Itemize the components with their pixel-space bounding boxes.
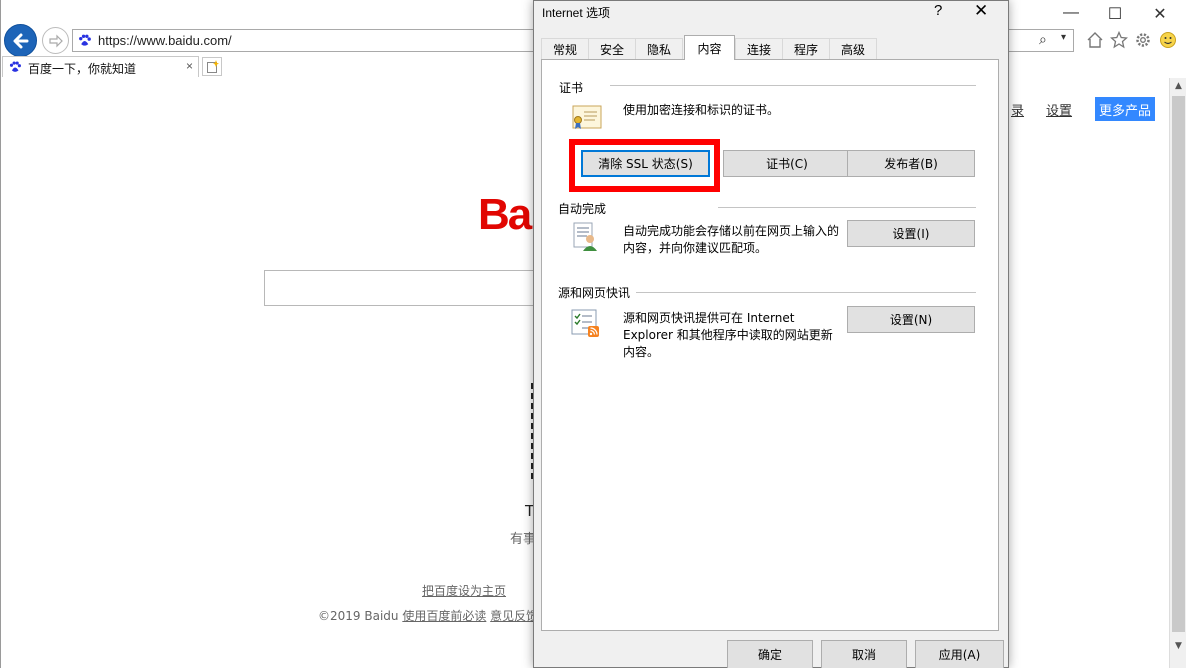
gear-icon[interactable] — [1132, 29, 1154, 51]
feeds-settings-button[interactable]: 设置(N) — [847, 306, 975, 333]
arrow-right-icon — [48, 34, 63, 47]
cancel-button[interactable]: 取消 — [821, 640, 907, 668]
autocomplete-description-line1: 自动完成功能会存储以前在网页上输入的 — [623, 224, 840, 238]
certificates-button[interactable]: 证书(C) — [723, 150, 851, 177]
url-text: https://www.baidu.com/ — [98, 33, 232, 48]
settings-link[interactable]: 设置 — [1046, 100, 1072, 119]
divider — [636, 292, 976, 293]
back-button[interactable] — [4, 24, 37, 57]
publishers-button[interactable]: 发布者(B) — [847, 150, 975, 177]
divider — [718, 207, 976, 208]
star-icon[interactable] — [1108, 29, 1130, 51]
feeds-heading: 源和网页快讯 — [558, 286, 631, 300]
baidu-logo: Bai — [478, 190, 543, 239]
vertical-scrollbar[interactable]: ▲ ▼ — [1169, 78, 1186, 668]
tab-programs[interactable]: 程序 — [782, 38, 830, 60]
smiley-icon[interactable] — [1157, 29, 1179, 51]
autocomplete-icon — [569, 220, 603, 254]
feedback-link[interactable]: 意见反馈 — [490, 609, 538, 623]
tab-baidu[interactable]: 百度一下，你就知道 × — [2, 56, 199, 77]
set-homepage-link[interactable]: 把百度设为主页 — [422, 582, 506, 599]
login-link[interactable]: 录 — [1011, 100, 1024, 119]
autocomplete-settings-button[interactable]: 设置(I) — [847, 220, 975, 247]
autocomplete-heading: 自动完成 — [558, 202, 607, 216]
close-icon[interactable]: × — [186, 59, 193, 73]
ok-button[interactable]: 确定 — [727, 640, 813, 668]
tab-general[interactable]: 常规 — [541, 38, 589, 60]
feeds-icon — [569, 306, 603, 340]
scroll-down-icon[interactable]: ▼ — [1170, 638, 1186, 654]
tab-advanced[interactable]: 高级 — [829, 38, 877, 60]
chevron-down-icon[interactable]: ▾ — [1061, 32, 1066, 43]
certificates-description: 使用加密连接和标识的证书。 — [623, 103, 780, 117]
close-button[interactable]: ✕ — [1150, 4, 1170, 24]
autocomplete-description-line2: 内容，并向你建议匹配项。 — [623, 241, 768, 255]
tab-privacy[interactable]: 隐私 — [635, 38, 683, 60]
baidu-paw-icon — [8, 60, 22, 77]
divider — [610, 85, 976, 86]
certificate-icon — [569, 100, 603, 134]
tab-content[interactable]: 内容 — [684, 35, 735, 60]
more-products-button[interactable]: 更多产品 — [1095, 97, 1155, 121]
apply-button[interactable]: 应用(A) — [915, 640, 1004, 668]
tab-security[interactable]: 安全 — [588, 38, 636, 60]
new-tab-icon — [206, 60, 219, 73]
new-tab-button[interactable] — [202, 57, 222, 76]
help-button[interactable]: ? — [934, 2, 942, 19]
clear-ssl-state-button[interactable]: 清除 SSL 状态(S) — [581, 150, 710, 177]
internet-options-dialog: Internet 选项 ? ✕ 常规 安全 隐私 内容 连接 程序 高级 证书 … — [533, 0, 1009, 668]
baidu-paw-icon — [77, 33, 92, 51]
certificates-heading: 证书 — [559, 81, 584, 95]
minimize-button[interactable]: — — [1061, 4, 1081, 22]
search-icon[interactable]: ⌕ — [1039, 32, 1047, 48]
maximize-button[interactable]: ☐ — [1105, 4, 1125, 24]
dialog-close-button[interactable]: ✕ — [974, 1, 988, 21]
feeds-description-line2: Explorer 和其他程序中读取的网站更新 — [623, 328, 833, 342]
scroll-up-icon[interactable]: ▲ — [1170, 78, 1186, 94]
home-icon[interactable] — [1084, 29, 1106, 51]
footer-links: ©2019 Baidu 使用百度前必读 意见反馈 — [318, 607, 538, 624]
feeds-description-line1: 源和网页快讯提供可在 Internet — [623, 311, 795, 325]
tab-connections[interactable]: 连接 — [735, 38, 783, 60]
scroll-thumb[interactable] — [1172, 96, 1185, 632]
must-read-link[interactable]: 使用百度前必读 — [402, 609, 486, 623]
forward-button[interactable] — [42, 27, 69, 54]
arrow-left-icon — [13, 33, 28, 48]
search-input[interactable] — [264, 270, 544, 306]
dialog-title: Internet 选项 — [542, 6, 611, 20]
feeds-description-line3: 内容。 — [623, 345, 660, 359]
tab-title: 百度一下，你就知道 — [28, 62, 137, 76]
content-tab-panel: 证书 使用加密连接和标识的证书。 清除 SSL 状态(S) 证书(C) 发布者(… — [541, 59, 999, 631]
copyright-text: ©2019 Baidu — [318, 609, 399, 623]
